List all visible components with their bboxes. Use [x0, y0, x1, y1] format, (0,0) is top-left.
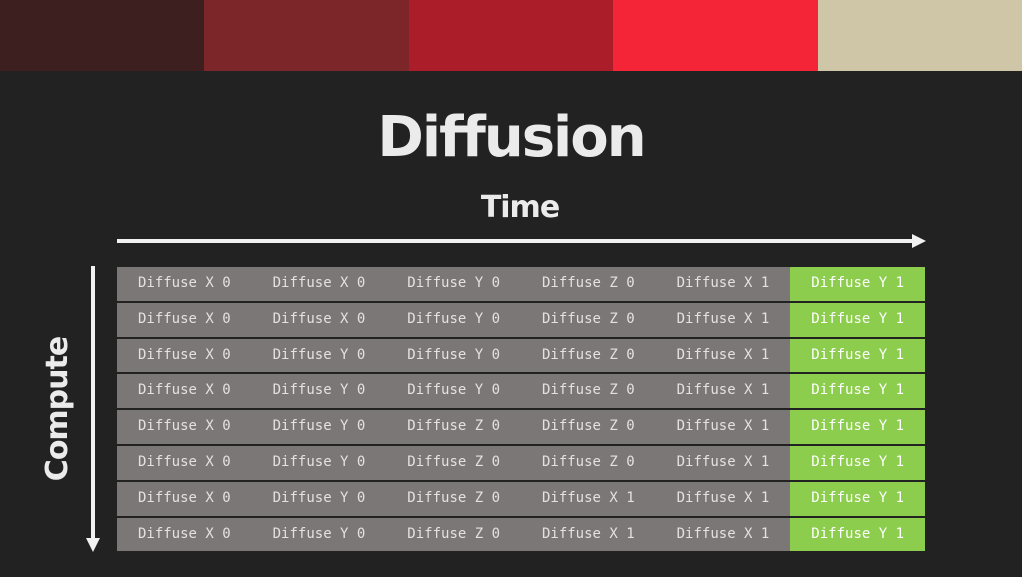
grid-cell: Diffuse Z 0: [386, 410, 521, 444]
palette-swatch: [204, 0, 409, 71]
diffusion-slide: Diffusion Time Compute Diffuse X 0 Diffus…: [0, 0, 1022, 577]
time-arrow-icon: [117, 234, 926, 248]
grid-cell: Diffuse X 0: [117, 267, 252, 301]
grid-cell: Diffuse Z 0: [521, 445, 656, 480]
palette-swatch: [613, 0, 818, 71]
grid-cell: Diffuse X 1: [655, 374, 791, 409]
grid-cell-highlight: Diffuse Y 1: [790, 267, 925, 301]
grid-cell: Diffuse X 0: [117, 374, 252, 409]
grid-cell: Diffuse X 1: [655, 267, 791, 301]
grid-cell-highlight: Diffuse Y 1: [790, 517, 925, 552]
grid-cell: Diffuse X 1: [521, 481, 656, 516]
compute-axis-label: Compute: [40, 336, 75, 482]
grid-cell: Diffuse Y 0: [386, 338, 521, 373]
grid-cell: Diffuse X 0: [251, 267, 387, 301]
grid-cell: Diffuse X 0: [117, 517, 252, 552]
grid-cell: Diffuse Y 0: [251, 338, 387, 373]
grid-cell: Diffuse Y 0: [251, 517, 387, 552]
diffusion-grid: Diffuse X 0 Diffuse X 0 Diffuse Y 0 Diffuse…: [117, 267, 925, 552]
grid-cell: Diffuse X 1: [655, 338, 791, 373]
grid-cell: Diffuse X 1: [655, 410, 791, 444]
color-palette-bar: [0, 0, 1022, 71]
grid-cell: Diffuse X 0: [117, 410, 252, 444]
grid-cell: Diffuse X 1: [655, 481, 791, 516]
compute-arrow-icon: [86, 266, 100, 552]
grid-cell: Diffuse X 0: [117, 481, 252, 516]
grid-cell: Diffuse Z 0: [386, 445, 521, 480]
palette-swatch: [0, 0, 205, 71]
grid-cell: Diffuse Y 0: [386, 302, 521, 337]
time-axis-label: Time: [480, 190, 560, 225]
grid-cell: Diffuse Z 0: [386, 517, 521, 552]
grid-cell: Diffuse Z 0: [521, 410, 656, 444]
grid-cell: Diffuse X 0: [117, 338, 252, 373]
grid-cell: Diffuse Z 0: [521, 302, 656, 337]
grid-cell: Diffuse Y 0: [386, 374, 521, 409]
grid-cell: Diffuse Z 0: [521, 338, 656, 373]
grid-cell: Diffuse X 0: [251, 302, 387, 337]
grid-cell: Diffuse X 1: [655, 445, 791, 480]
grid-cell: Diffuse X 0: [117, 445, 252, 480]
grid-cell: Diffuse Y 0: [251, 481, 387, 516]
grid-cell-highlight: Diffuse Y 1: [790, 481, 925, 516]
grid-cell: Diffuse Y 0: [386, 267, 521, 301]
grid-cell-highlight: Diffuse Y 1: [790, 445, 925, 480]
grid-cell: Diffuse Z 0: [521, 374, 656, 409]
grid-cell: Diffuse X 0: [117, 302, 252, 337]
grid-cell: Diffuse X 1: [655, 302, 791, 337]
grid-cell: Diffuse Y 0: [251, 374, 387, 409]
grid-cell-highlight: Diffuse Y 1: [790, 338, 925, 373]
grid-cell: Diffuse X 1: [521, 517, 656, 552]
slide-title: Diffusion: [377, 105, 646, 170]
grid-cell-highlight: Diffuse Y 1: [790, 302, 925, 337]
grid-cell: Diffuse Z 0: [386, 481, 521, 516]
grid-cell-highlight: Diffuse Y 1: [790, 374, 925, 409]
palette-swatch: [408, 0, 614, 71]
grid-cell: Diffuse X 1: [655, 517, 791, 552]
grid-cell-highlight: Diffuse Y 1: [790, 410, 925, 444]
grid-cell: Diffuse Y 0: [251, 410, 387, 444]
grid-cell: Diffuse Y 0: [251, 445, 387, 480]
grid-cell: Diffuse Z 0: [521, 267, 656, 301]
palette-swatch: [817, 0, 1022, 71]
